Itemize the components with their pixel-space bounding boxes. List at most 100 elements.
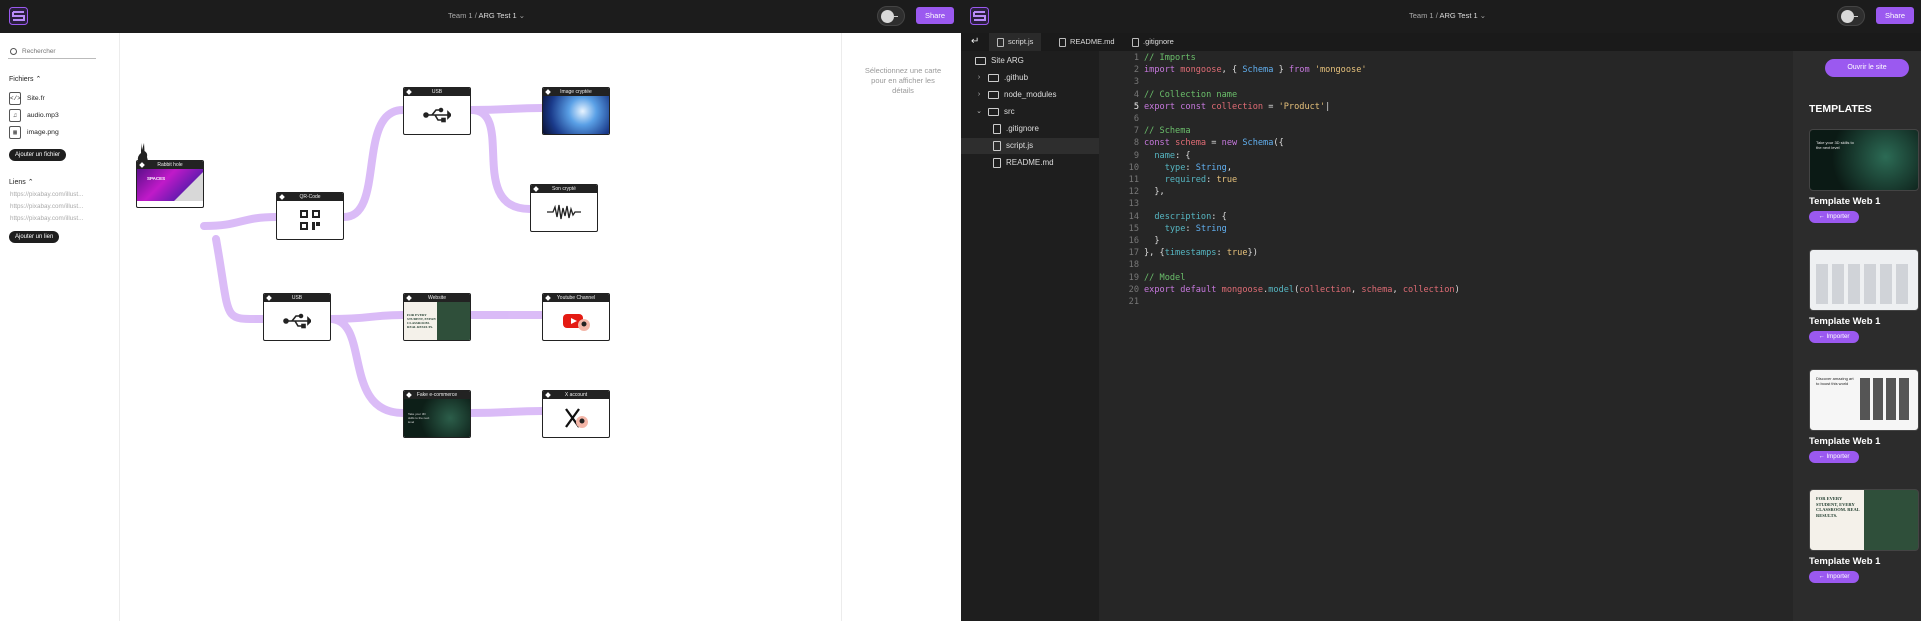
preview-headline: Take your 3D skills to the next level bbox=[408, 412, 430, 424]
code-line[interactable]: import mongoose, { Schema } from 'mongoo… bbox=[1144, 65, 1367, 75]
assets-sidebar: Fichiers ⌃ </> Site.fr ♫ audio.mp3 ▦ image.… bbox=[0, 33, 120, 621]
template-thumbnail[interactable]: Discover amazing art to boost this world bbox=[1809, 369, 1919, 431]
template-thumbnail[interactable]: Take your 3D skills to the next level bbox=[1809, 129, 1919, 191]
code-line[interactable]: export const collection = 'Product'| bbox=[1144, 102, 1330, 112]
breadcrumb-team[interactable]: Team 1 bbox=[448, 11, 473, 20]
node-son-crypte[interactable]: Son crypté bbox=[530, 184, 598, 232]
tree-item-script-js[interactable]: script.js bbox=[961, 138, 1099, 154]
template-thumbnail[interactable] bbox=[1809, 249, 1919, 311]
node-website[interactable]: Website FOR EVERY STUDENT, EVERY CLASSRO… bbox=[403, 293, 471, 341]
chevron-down-icon[interactable]: ⌄ bbox=[519, 11, 525, 20]
user-menu-button[interactable] bbox=[877, 6, 905, 26]
code-line[interactable]: required: true bbox=[1144, 175, 1237, 185]
tree-item-src[interactable]: ⌄ src bbox=[975, 104, 1015, 120]
node-usb-1[interactable]: USB bbox=[403, 87, 471, 135]
image-file-icon: ▦ bbox=[9, 126, 21, 139]
share-button[interactable]: Share bbox=[1876, 7, 1914, 24]
breadcrumb-project[interactable]: ARG Test 1 bbox=[1439, 11, 1477, 20]
link-item[interactable]: https://pixabay.com/illust... bbox=[10, 203, 83, 210]
file-item-image[interactable]: ▦ image.png bbox=[9, 126, 59, 139]
line-number: 1 bbox=[1133, 53, 1139, 63]
search-input[interactable] bbox=[22, 45, 94, 57]
node-x-account[interactable]: X account bbox=[542, 390, 610, 438]
chevron-down-icon: ⌄ bbox=[976, 108, 982, 115]
add-link-button[interactable]: Ajouter un lien bbox=[9, 231, 60, 243]
chevron-right-icon: › bbox=[977, 91, 981, 98]
line-number: 19 bbox=[1128, 272, 1139, 283]
user-menu-button[interactable] bbox=[1837, 6, 1865, 26]
tab-readme[interactable]: README.md bbox=[1051, 33, 1123, 51]
node-rabbit-hole[interactable]: Rabbit hole SPACES bbox=[136, 160, 204, 208]
tree-item-gitignore[interactable]: .gitignore bbox=[993, 121, 1039, 137]
line-number: 18 bbox=[1128, 260, 1139, 271]
tree-item-github[interactable]: › .github bbox=[975, 70, 1028, 86]
code-line[interactable]: type: String, bbox=[1144, 163, 1232, 173]
code-line[interactable]: // Schema bbox=[1144, 126, 1191, 136]
breadcrumb-team[interactable]: Team 1 bbox=[1409, 11, 1434, 20]
code-line[interactable]: description: { bbox=[1144, 212, 1226, 222]
template-thumbnail[interactable]: FOR EVERY STUDENT, EVERY CLASSROOM. REAL… bbox=[1809, 489, 1919, 551]
node-title: Son crypté bbox=[531, 185, 597, 193]
code-line[interactable]: } bbox=[1144, 236, 1159, 246]
tree-label: .github bbox=[1004, 73, 1029, 82]
file-item-audio[interactable]: ♫ audio.mp3 bbox=[9, 109, 59, 122]
import-button[interactable]: ← Importer bbox=[1809, 211, 1859, 223]
files-section-title[interactable]: Fichiers ⌃ bbox=[9, 75, 41, 83]
import-label: Importer bbox=[1826, 453, 1850, 460]
node-canvas[interactable]: Rabbit hole SPACES QR-Code USB Image cry… bbox=[121, 33, 840, 621]
import-button[interactable]: ← Importer bbox=[1809, 451, 1859, 463]
node-image-cryptee[interactable]: Image cryptée bbox=[542, 87, 610, 135]
templates-panel: Ouvrir le site TEMPLATES Take your 3D sk… bbox=[1793, 51, 1921, 621]
code-editor-app: Team 1 / ARG Test 1 ⌄ Share ↵ script.js … bbox=[961, 0, 1921, 621]
code-editor[interactable]: 1 // Imports 2 import mongoose, { Schema } … bbox=[1099, 51, 1793, 621]
node-title: Image cryptée bbox=[543, 88, 609, 96]
code-line[interactable]: export default mongoose.model(collection… bbox=[1144, 285, 1460, 295]
chevron-down-icon[interactable]: ⌄ bbox=[1480, 11, 1486, 20]
code-line[interactable]: name: { bbox=[1144, 151, 1190, 161]
line-number: 5 bbox=[1133, 101, 1139, 112]
code-line[interactable]: const schema = new Schema({ bbox=[1144, 138, 1284, 148]
arrow-left-icon: ← bbox=[1818, 453, 1825, 460]
link-item[interactable]: https://pixabay.com/illust... bbox=[10, 191, 83, 198]
code-line[interactable]: type: String bbox=[1144, 224, 1227, 234]
tree-item-node-modules[interactable]: › node_modules bbox=[975, 87, 1056, 103]
link-item[interactable]: https://pixabay.com/illust... bbox=[10, 215, 83, 222]
node-usb-2[interactable]: USB bbox=[263, 293, 331, 341]
avatar bbox=[881, 10, 894, 23]
app-logo-icon[interactable] bbox=[9, 7, 28, 25]
code-line[interactable]: // Model bbox=[1144, 273, 1185, 283]
breadcrumb-project[interactable]: ARG Test 1 bbox=[478, 11, 516, 20]
line-number: 20 bbox=[1128, 284, 1139, 295]
file-icon bbox=[1059, 37, 1066, 47]
import-button[interactable]: ← Importer bbox=[1809, 571, 1859, 583]
node-fake-ecommerce[interactable]: Fake e-commerce Take your 3D skills to t… bbox=[403, 390, 471, 438]
file-item-site[interactable]: </> Site.fr bbox=[9, 92, 45, 105]
x-logo-icon bbox=[543, 399, 609, 437]
code-line[interactable]: }, bbox=[1144, 187, 1164, 197]
arrow-left-icon: ← bbox=[1818, 333, 1825, 340]
share-button[interactable]: Share bbox=[916, 7, 954, 24]
back-button[interactable]: ↵ bbox=[963, 33, 987, 51]
node-youtube-channel[interactable]: Youtube Channel bbox=[542, 293, 610, 341]
node-preview: SPACES bbox=[137, 169, 203, 201]
app-logo-icon[interactable] bbox=[970, 7, 989, 25]
node-title: Youtube Channel bbox=[543, 294, 609, 302]
code-line[interactable]: // Collection name bbox=[1144, 90, 1237, 100]
line-number: 14 bbox=[1128, 211, 1139, 222]
code-line[interactable]: }, {timestamps: true}) bbox=[1144, 248, 1258, 258]
preview-headline: FOR EVERY STUDENT, EVERY CLASSROOM. REAL… bbox=[407, 313, 437, 329]
node-title: Website bbox=[404, 294, 470, 302]
links-section-title[interactable]: Liens ⌃ bbox=[9, 178, 34, 186]
import-label: Importer bbox=[1826, 573, 1850, 580]
open-site-button[interactable]: Ouvrir le site bbox=[1825, 59, 1909, 77]
line-number: 15 bbox=[1128, 223, 1139, 234]
breadcrumb-separator: / bbox=[474, 11, 477, 20]
add-file-button[interactable]: Ajouter un fichier bbox=[9, 149, 67, 161]
tree-item-readme[interactable]: README.md bbox=[993, 155, 1054, 171]
tree-root[interactable]: Site ARG bbox=[975, 53, 1024, 69]
code-line[interactable]: // Imports bbox=[1144, 53, 1196, 63]
tab-gitignore[interactable]: .gitignore bbox=[1124, 33, 1182, 51]
tab-script-js[interactable]: script.js bbox=[989, 33, 1042, 51]
import-button[interactable]: ← Importer bbox=[1809, 331, 1859, 343]
node-qr-code[interactable]: QR-Code bbox=[276, 192, 344, 240]
